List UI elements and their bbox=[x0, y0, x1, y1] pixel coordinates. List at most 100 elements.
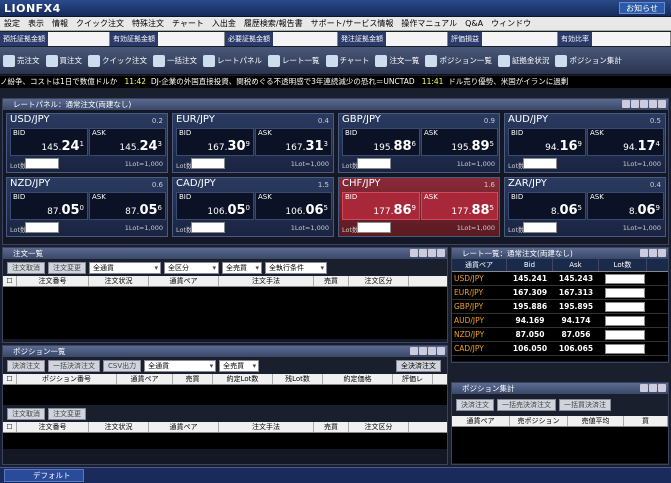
panel-minimize-icon[interactable] bbox=[428, 249, 436, 257]
bid-button[interactable]: BID 177.869 bbox=[342, 192, 420, 220]
col-side[interactable]: 売買 bbox=[314, 422, 349, 432]
lot-input[interactable] bbox=[523, 222, 557, 233]
rate-list-row[interactable]: AUD/JPY 94.169 94.174 bbox=[452, 314, 668, 328]
toolbar-button-7[interactable]: 注文一覧 bbox=[372, 49, 422, 73]
col-bid[interactable]: Bid bbox=[507, 259, 553, 271]
col-order-no[interactable]: 注文番号 bbox=[17, 276, 89, 286]
settle-order-button[interactable]: 決済注文 bbox=[7, 359, 45, 372]
col-order-status[interactable]: 注文状況 bbox=[89, 276, 149, 286]
bid-value[interactable]: 167.309 bbox=[507, 286, 553, 299]
lot-input[interactable] bbox=[605, 329, 645, 340]
toolbar-button-3[interactable]: 一括注文 bbox=[150, 49, 200, 73]
toolbar-button-8[interactable]: ポジション一覧 bbox=[422, 49, 495, 73]
position-side-filter[interactable]: 全売買 bbox=[219, 359, 260, 372]
bid-button[interactable]: BID 8.065 bbox=[508, 192, 586, 220]
col-order-no[interactable]: 注文番号 bbox=[17, 422, 89, 432]
panel-settings-icon[interactable] bbox=[419, 347, 427, 355]
csv-export-button[interactable]: CSV出力 bbox=[103, 359, 142, 372]
ask-button[interactable]: ASK 106.065 bbox=[255, 192, 332, 220]
side-filter[interactable]: 全売買 bbox=[222, 261, 262, 274]
rate-list-row[interactable]: EUR/JPY 167.309 167.313 bbox=[452, 286, 668, 300]
rate-list-row[interactable]: GBP/JPY 195.886 195.895 bbox=[452, 300, 668, 314]
col-sell-average[interactable]: 売値平均 bbox=[568, 416, 624, 426]
panel-close-icon[interactable] bbox=[437, 249, 445, 257]
lot-input[interactable] bbox=[605, 287, 645, 298]
toolbar-button-4[interactable]: レートパネル bbox=[200, 49, 265, 73]
bulk-sell-settle-button[interactable]: 一括売決済注文 bbox=[497, 399, 556, 411]
bid-button[interactable]: BID 195.886 bbox=[342, 128, 420, 156]
toolbar-button-1[interactable]: 買注文 bbox=[43, 49, 86, 73]
bid-value[interactable]: 195.886 bbox=[507, 300, 553, 313]
col-pair[interactable]: 通貨ペア bbox=[149, 422, 219, 432]
ask-value[interactable]: 87.056 bbox=[553, 328, 599, 341]
type-filter[interactable]: 全区分 bbox=[164, 261, 219, 274]
lot-input[interactable] bbox=[605, 343, 645, 354]
bid-value[interactable]: 94.169 bbox=[507, 314, 553, 327]
select-all-checkbox-2[interactable]: ☐ bbox=[3, 422, 17, 432]
menu-item-5[interactable]: チャート bbox=[168, 17, 208, 30]
panel-settings-icon[interactable] bbox=[649, 249, 657, 257]
panel-minimize-icon[interactable] bbox=[640, 100, 648, 108]
panel-pin-icon[interactable] bbox=[410, 347, 418, 355]
lot-input[interactable] bbox=[357, 158, 391, 169]
ask-button[interactable]: ASK 94.174 bbox=[587, 128, 664, 156]
panel-settings-icon[interactable] bbox=[631, 100, 639, 108]
col-pair[interactable]: 通貨ペア bbox=[452, 416, 510, 426]
panel-close-icon[interactable] bbox=[437, 347, 445, 355]
cancel-order-button-2[interactable]: 注文取消 bbox=[7, 407, 45, 420]
layout-tab-default[interactable]: デフォルト bbox=[4, 469, 84, 482]
panel-close-icon[interactable] bbox=[658, 384, 666, 392]
ask-button[interactable]: ASK 195.895 bbox=[421, 128, 498, 156]
currency-filter[interactable]: 全通貨 bbox=[89, 261, 161, 274]
col-ask[interactable]: Ask bbox=[553, 259, 599, 271]
select-all-checkbox[interactable]: ☐ bbox=[3, 374, 17, 384]
ask-value[interactable]: 167.313 bbox=[553, 286, 599, 299]
col-filled-lot[interactable]: 約定Lot数 bbox=[213, 374, 273, 384]
bid-button[interactable]: BID 167.309 bbox=[176, 128, 254, 156]
change-order-button[interactable]: 注文変更 bbox=[48, 261, 86, 274]
toolbar-button-0[interactable]: 売注文 bbox=[0, 49, 43, 73]
lot-input[interactable] bbox=[523, 158, 557, 169]
lot-input[interactable] bbox=[605, 301, 645, 312]
bid-value[interactable]: 145.241 bbox=[507, 272, 553, 285]
col-pair[interactable]: 通貨ペア bbox=[149, 276, 219, 286]
col-order-type[interactable]: 注文区分 bbox=[349, 422, 409, 432]
panel-pin-icon[interactable] bbox=[640, 384, 648, 392]
panel-close-icon[interactable] bbox=[658, 249, 666, 257]
lot-input[interactable] bbox=[357, 222, 391, 233]
ask-button[interactable]: ASK 87.056 bbox=[89, 192, 166, 220]
toolbar-button-6[interactable]: チャート bbox=[323, 49, 373, 73]
col-sell-position[interactable]: 売ポジション bbox=[510, 416, 568, 426]
rate-list-row[interactable]: NZD/JPY 87.050 87.056 bbox=[452, 328, 668, 342]
position-currency-filter[interactable]: 全通貨 bbox=[144, 359, 217, 372]
menu-item-2[interactable]: 情報 bbox=[48, 17, 72, 30]
col-eval-rate[interactable]: 評価レ bbox=[393, 374, 433, 384]
ask-value[interactable]: 94.174 bbox=[553, 314, 599, 327]
menu-item-9[interactable]: 操作マニュアル bbox=[397, 17, 461, 30]
ask-button[interactable]: ASK 177.885 bbox=[421, 192, 498, 220]
col-fill-price[interactable]: 約定価格 bbox=[323, 374, 393, 384]
panel-settings-icon[interactable] bbox=[419, 249, 427, 257]
menu-item-11[interactable]: ウィンドウ bbox=[487, 17, 535, 30]
rate-list-row[interactable]: USD/JPY 145.241 145.243 bbox=[452, 272, 668, 286]
col-side[interactable]: 売買 bbox=[173, 374, 213, 384]
lot-input[interactable] bbox=[25, 158, 59, 169]
ask-button[interactable]: ASK 145.243 bbox=[89, 128, 166, 156]
rate-list-row[interactable]: CAD/JPY 106.050 106.065 bbox=[452, 342, 668, 356]
toolbar-button-10[interactable]: ポジション集計 bbox=[552, 49, 625, 73]
bid-button[interactable]: BID 106.050 bbox=[176, 192, 254, 220]
menu-item-10[interactable]: Q&A bbox=[461, 17, 487, 30]
col-method[interactable]: 注文手法 bbox=[219, 422, 314, 432]
toolbar-button-9[interactable]: 証拠金状況 bbox=[495, 49, 553, 73]
col-buy[interactable]: 買 bbox=[624, 416, 668, 426]
menu-item-6[interactable]: 入出金 bbox=[208, 17, 240, 30]
panel-maximize-icon[interactable] bbox=[649, 100, 657, 108]
panel-pin-icon[interactable] bbox=[640, 249, 648, 257]
bid-button[interactable]: BID 145.241 bbox=[10, 128, 88, 156]
ask-value[interactable]: 145.243 bbox=[553, 272, 599, 285]
change-order-button-2[interactable]: 注文変更 bbox=[48, 407, 86, 420]
col-order-type[interactable]: 注文区分 bbox=[349, 276, 409, 286]
col-position-no[interactable]: ポジション番号 bbox=[17, 374, 117, 384]
panel-minimize-icon[interactable] bbox=[428, 347, 436, 355]
bulk-buy-settle-button[interactable]: 一括買決済注 bbox=[559, 399, 611, 411]
